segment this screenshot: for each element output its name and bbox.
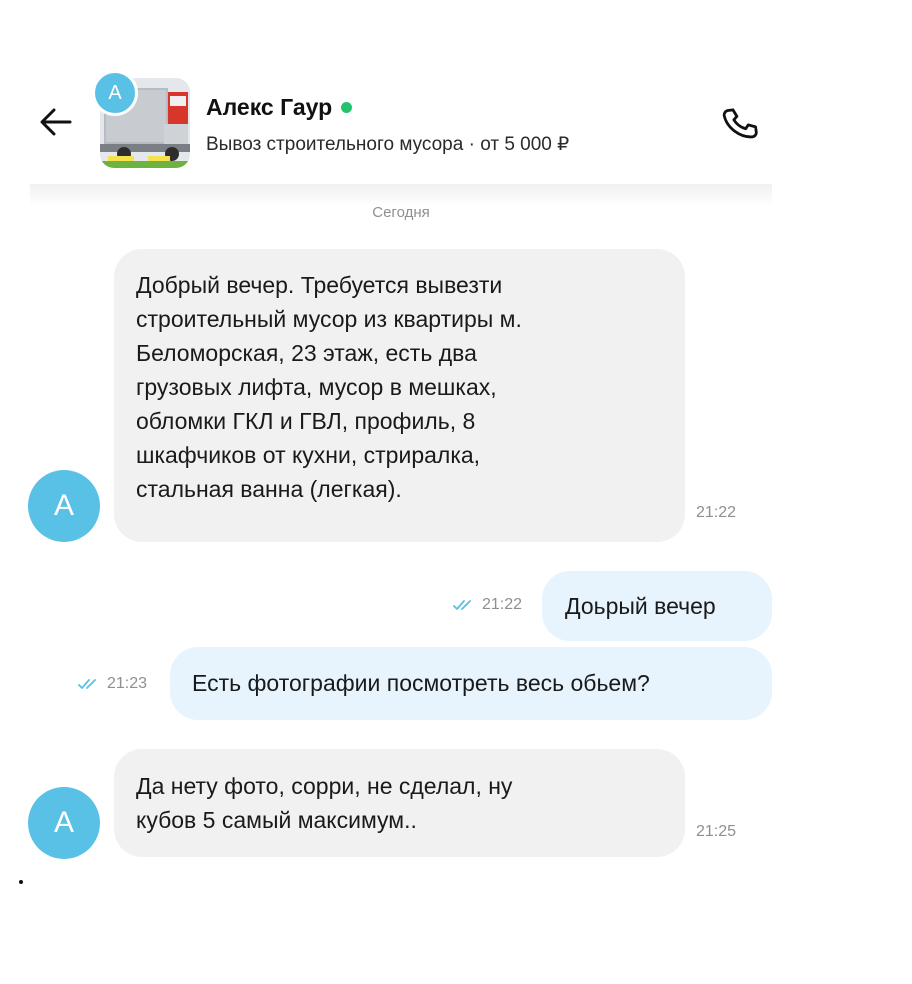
incoming-message-bubble[interactable]: Добрый вечер. Требуется вывезти строител…	[114, 249, 736, 542]
sender-avatar-initial: A	[53, 806, 74, 839]
double-check-icon	[78, 678, 102, 690]
arrow-left-icon	[40, 108, 72, 136]
header-divider	[30, 184, 772, 206]
back-button[interactable]	[36, 102, 76, 142]
contact-name[interactable]: Алекс Гаур	[206, 94, 353, 121]
incoming-message-bubble[interactable]: Да нету фото, сорри, не сделал, ну кубов…	[114, 749, 736, 857]
contact-name-label: Алекс Гаур	[206, 94, 333, 120]
message-time: 21:23	[107, 675, 148, 692]
message-text: Доьрый вечер	[565, 593, 716, 619]
message-text: Да нету фото, сорри, не сделал, ну кубов…	[136, 773, 513, 833]
message-time: 21:22	[696, 504, 737, 521]
call-button[interactable]	[718, 102, 762, 146]
double-check-icon	[453, 599, 477, 611]
sender-avatar[interactable]: A	[28, 470, 100, 542]
message-text: Добрый вечер. Требуется вывезти строител…	[136, 272, 522, 502]
phone-icon	[722, 108, 758, 139]
message-status: 21:23	[78, 675, 147, 693]
message-text: Есть фотографии посмотреть весь обьем?	[192, 670, 650, 696]
contact-avatar-initial: A	[108, 81, 122, 104]
sender-avatar-initial: A	[53, 489, 74, 522]
outgoing-message-bubble[interactable]: Есть фотографии посмотреть весь обьем?	[170, 647, 772, 720]
message-time: 21:25	[696, 823, 737, 840]
message-status: 21:22	[453, 596, 522, 614]
date-separator: Сегодня	[372, 204, 430, 221]
chat-screen: A Алекс Гаур Вывоз строительного мусора …	[0, 0, 912, 984]
outgoing-message-bubble[interactable]: Доьрый вечер	[542, 571, 772, 641]
sender-avatar[interactable]: A	[28, 787, 100, 859]
message-time: 21:22	[482, 596, 523, 613]
dot-mark	[19, 880, 23, 884]
online-status-icon	[341, 102, 353, 113]
contact-avatar[interactable]: A	[92, 70, 138, 116]
ad-title[interactable]: Вывоз строительного мусора · от 5 000 ₽	[206, 133, 569, 156]
